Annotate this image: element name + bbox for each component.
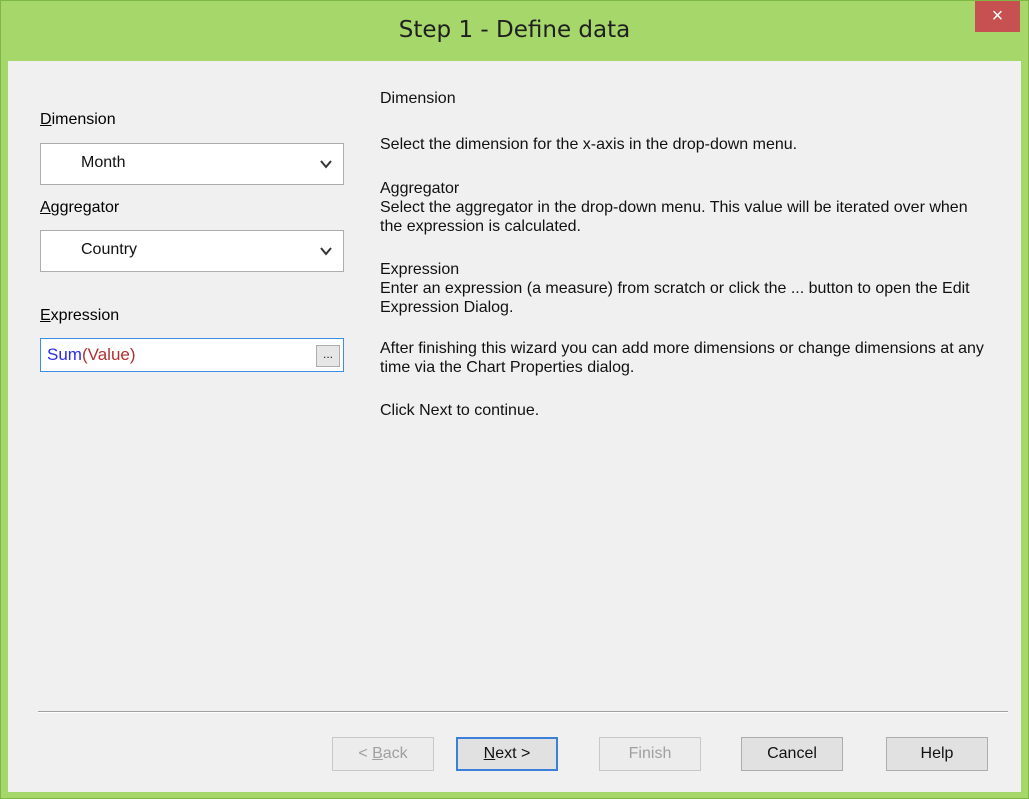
dimension-value: Month <box>81 154 126 171</box>
next-button[interactable]: Next > <box>456 737 558 771</box>
chevron-down-icon <box>320 160 332 169</box>
dimension-dropdown[interactable]: Month <box>40 143 344 185</box>
expression-field[interactable]: Sum(Value) ... <box>40 338 344 372</box>
finish-button[interactable]: Finish <box>599 737 701 771</box>
help-heading: Dimension <box>380 90 456 107</box>
help-after-text: After finishing this wizard you can add … <box>380 340 984 376</box>
help-aggregator-title: Aggregator <box>380 180 460 197</box>
help-expression-title: Expression <box>380 261 460 278</box>
chevron-down-icon <box>320 247 332 256</box>
close-button[interactable]: × <box>975 1 1020 32</box>
separator <box>38 711 1008 713</box>
help-continue-text: Click Next to continue. <box>380 402 540 419</box>
aggregator-value: Country <box>81 241 138 258</box>
aggregator-label: Aggregator <box>40 199 120 216</box>
expression-label: Expression <box>40 307 120 324</box>
help-aggregator-text: Select the aggregator in the drop-down m… <box>380 199 968 235</box>
edit-expression-button[interactable]: ... <box>316 345 340 367</box>
aggregator-dropdown[interactable]: Country <box>40 230 344 272</box>
wizard-window: Step 1 - Define data × Dimension Month A… <box>0 0 1029 799</box>
dimension-label: Dimension <box>40 111 116 128</box>
help-panel: Dimension Select the dimension for the x… <box>380 89 1000 420</box>
cancel-button[interactable]: Cancel <box>741 737 843 771</box>
expression-value: Sum(Value) <box>47 345 136 364</box>
help-dimension-text: Select the dimension for the x-axis in t… <box>380 136 798 153</box>
help-expression-text: Enter an expression (a measure) from scr… <box>380 280 970 316</box>
help-button[interactable]: Help <box>886 737 988 771</box>
dialog-body: Dimension Month Aggregator Country Expre… <box>8 61 1021 792</box>
back-button[interactable]: < Back <box>332 737 434 771</box>
close-icon: × <box>991 5 1004 27</box>
window-title: Step 1 - Define data <box>398 17 631 43</box>
title-bar[interactable]: Step 1 - Define data × <box>1 1 1028 61</box>
